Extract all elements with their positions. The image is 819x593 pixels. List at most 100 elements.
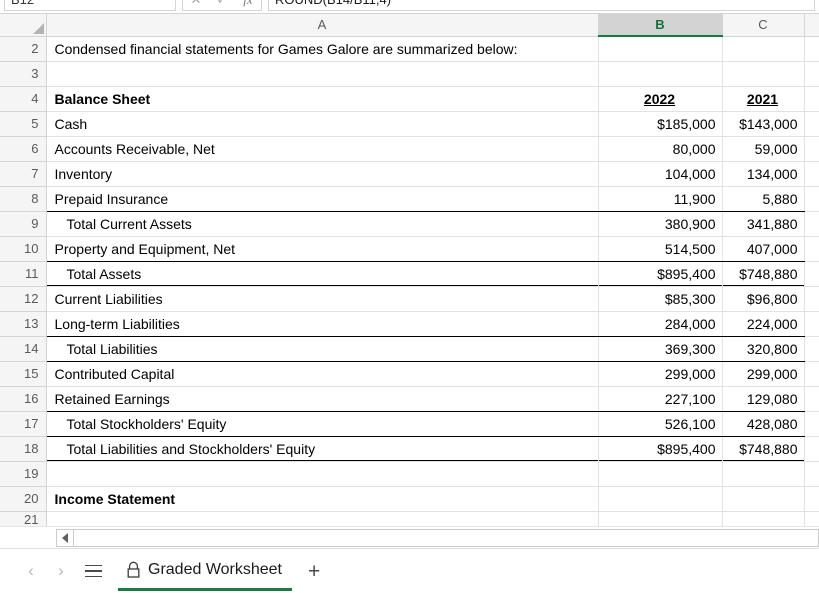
cell-d13[interactable] xyxy=(804,311,819,336)
cell-d9[interactable] xyxy=(804,211,819,236)
cell-b4[interactable]: 2022 xyxy=(598,86,722,111)
cell-b21[interactable] xyxy=(598,511,722,526)
cell-d10[interactable] xyxy=(804,236,819,261)
cell-d6[interactable] xyxy=(804,136,819,161)
row-header-12[interactable]: 12 xyxy=(0,286,46,311)
row-header-11[interactable]: 11 xyxy=(0,261,46,286)
row-header-3[interactable]: 3 xyxy=(0,61,46,86)
row-header-4[interactable]: 4 xyxy=(0,86,46,111)
formula-input[interactable]: ROUND(B14/B11,4) xyxy=(268,0,815,11)
cell-a16[interactable]: Retained Earnings xyxy=(46,386,598,411)
cell-c11[interactable]: $748,880 xyxy=(722,261,804,286)
row-header-17[interactable]: 17 xyxy=(0,411,46,436)
cell-a5[interactable]: Cash xyxy=(46,111,598,136)
chevron-left-icon[interactable]: ‹ xyxy=(16,556,46,586)
row-header-21[interactable]: 21 xyxy=(0,511,46,526)
cell-d8[interactable] xyxy=(804,186,819,211)
cell-b8[interactable]: 11,900 xyxy=(598,186,722,211)
cell-c15[interactable]: 299,000 xyxy=(722,361,804,386)
cell-a11[interactable]: Total Assets xyxy=(46,261,598,286)
cell-a17[interactable]: Total Stockholders' Equity xyxy=(46,411,598,436)
cell-d12[interactable] xyxy=(804,286,819,311)
insert-function-icon[interactable]: fx xyxy=(235,0,261,10)
cell-c12[interactable]: $96,800 xyxy=(722,286,804,311)
cell-d5[interactable] xyxy=(804,111,819,136)
cell-a7[interactable]: Inventory xyxy=(46,161,598,186)
cell-b10[interactable]: 514,500 xyxy=(598,236,722,261)
cell-c7[interactable]: 134,000 xyxy=(722,161,804,186)
cell-d7[interactable] xyxy=(804,161,819,186)
cell-b5[interactable]: $185,000 xyxy=(598,111,722,136)
column-header-a[interactable]: A xyxy=(46,14,598,36)
cell-b18[interactable]: $895,400 xyxy=(598,436,722,461)
cell-d20[interactable] xyxy=(804,486,819,511)
cell-d18[interactable] xyxy=(804,436,819,461)
cell-b19[interactable] xyxy=(598,461,722,486)
cell-c16[interactable]: 129,080 xyxy=(722,386,804,411)
cell-a13[interactable]: Long-term Liabilities xyxy=(46,311,598,336)
cell-b17[interactable]: 526,100 xyxy=(598,411,722,436)
cell-c21[interactable] xyxy=(722,511,804,526)
row-header-13[interactable]: 13 xyxy=(0,311,46,336)
cell-b12[interactable]: $85,300 xyxy=(598,286,722,311)
check-icon[interactable]: ✓ xyxy=(209,0,235,10)
cell-d21[interactable] xyxy=(804,511,819,526)
cell-c20[interactable] xyxy=(722,486,804,511)
cell-c6[interactable]: 59,000 xyxy=(722,136,804,161)
cell-d14[interactable] xyxy=(804,336,819,361)
cell-a3[interactable] xyxy=(46,61,598,86)
cell-d11[interactable] xyxy=(804,261,819,286)
add-sheet-button[interactable]: + xyxy=(308,561,320,582)
cell-c4[interactable]: 2021 xyxy=(722,86,804,111)
cell-c19[interactable] xyxy=(722,461,804,486)
cell-b13[interactable]: 284,000 xyxy=(598,311,722,336)
cell-b16[interactable]: 227,100 xyxy=(598,386,722,411)
row-header-9[interactable]: 9 xyxy=(0,211,46,236)
cell-a2[interactable]: Condensed financial statements for Games… xyxy=(46,36,598,61)
column-header-b[interactable]: B xyxy=(598,14,722,36)
row-header-7[interactable]: 7 xyxy=(0,161,46,186)
cell-c18[interactable]: $748,880 xyxy=(722,436,804,461)
cancel-icon[interactable]: ✕ xyxy=(183,0,209,10)
cell-c17[interactable]: 428,080 xyxy=(722,411,804,436)
row-header-15[interactable]: 15 xyxy=(0,361,46,386)
horizontal-scrollbar[interactable] xyxy=(0,526,819,549)
cell-c8[interactable]: 5,880 xyxy=(722,186,804,211)
cell-b2[interactable] xyxy=(598,36,722,61)
row-header-18[interactable]: 18 xyxy=(0,436,46,461)
select-all-corner[interactable] xyxy=(0,14,46,36)
cell-c3[interactable] xyxy=(722,61,804,86)
scrollbar-track[interactable] xyxy=(74,529,819,547)
cell-b15[interactable]: 299,000 xyxy=(598,361,722,386)
row-header-16[interactable]: 16 xyxy=(0,386,46,411)
cell-a21[interactable] xyxy=(46,511,598,526)
cell-d16[interactable] xyxy=(804,386,819,411)
cell-a19[interactable] xyxy=(46,461,598,486)
cell-d19[interactable] xyxy=(804,461,819,486)
cell-b3[interactable] xyxy=(598,61,722,86)
row-header-5[interactable]: 5 xyxy=(0,111,46,136)
cell-a14[interactable]: Total Liabilities xyxy=(46,336,598,361)
cell-c9[interactable]: 341,880 xyxy=(722,211,804,236)
cell-b9[interactable]: 380,900 xyxy=(598,211,722,236)
row-header-14[interactable]: 14 xyxy=(0,336,46,361)
cell-d4[interactable] xyxy=(804,86,819,111)
cell-b7[interactable]: 104,000 xyxy=(598,161,722,186)
cell-a6[interactable]: Accounts Receivable, Net xyxy=(46,136,598,161)
cell-b6[interactable]: 80,000 xyxy=(598,136,722,161)
cell-d15[interactable] xyxy=(804,361,819,386)
cell-b20[interactable] xyxy=(598,486,722,511)
cell-b11[interactable]: $895,400 xyxy=(598,261,722,286)
cell-a8[interactable]: Prepaid Insurance xyxy=(46,186,598,211)
spreadsheet-grid[interactable]: A B C 2Condensed financial statements fo… xyxy=(0,14,819,526)
sheet-tab-graded-worksheet[interactable]: Graded Worksheet xyxy=(118,551,292,591)
scroll-left-arrow-icon[interactable] xyxy=(56,529,74,547)
cell-d17[interactable] xyxy=(804,411,819,436)
cell-c2[interactable] xyxy=(722,36,804,61)
cell-c13[interactable]: 224,000 xyxy=(722,311,804,336)
cell-c5[interactable]: $143,000 xyxy=(722,111,804,136)
column-header-c[interactable]: C xyxy=(722,14,804,36)
row-header-2[interactable]: 2 xyxy=(0,36,46,61)
cell-a10[interactable]: Property and Equipment, Net xyxy=(46,236,598,261)
chevron-right-icon[interactable]: › xyxy=(46,556,76,586)
